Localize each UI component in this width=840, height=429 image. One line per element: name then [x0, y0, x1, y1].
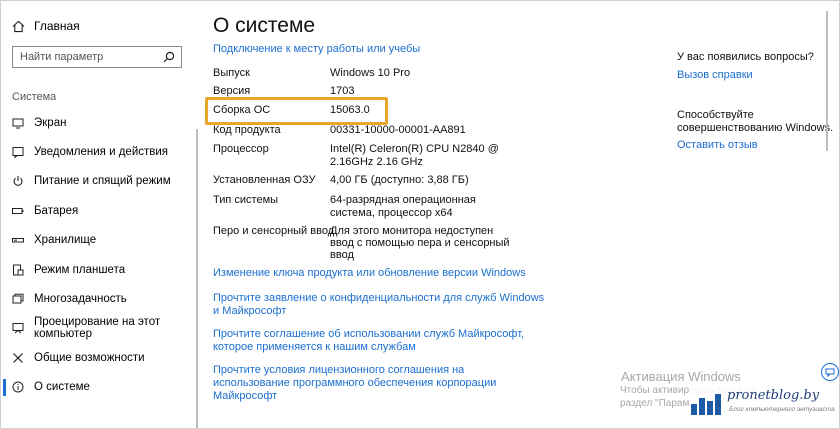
sidebar-item-label: Экран	[34, 116, 67, 129]
help-link[interactable]: Вызов справки	[677, 69, 753, 81]
sidebar-item-projecting[interactable]: Проецирование на этот компьютер	[1, 314, 197, 343]
sidebar-item-label: Проецирование на этот компьютер	[34, 316, 161, 341]
sidebar-item-label: Режим планшета	[34, 263, 126, 276]
sidebar-nav: Экран Уведомления и действия Питание и с…	[1, 108, 197, 402]
spec-label: Перо и сенсорный ввод	[213, 225, 335, 237]
link-text-line3: Майкрософт	[213, 390, 278, 402]
section-label: Система	[12, 91, 57, 103]
storage-icon	[12, 238, 24, 243]
privacy-statement-link[interactable]: Прочтите заявление о конфиденциальности …	[213, 292, 544, 318]
activation-watermark-line2: раздел "Парам	[620, 398, 690, 409]
page-title: О системе	[213, 14, 316, 37]
link-text-line1: Прочтите условия лицензионного соглашени…	[213, 364, 465, 376]
sidebar-item-notifications[interactable]: Уведомления и действия	[1, 137, 197, 166]
home-nav[interactable]: Главная	[12, 19, 80, 33]
questions-heading: У вас появились вопросы?	[677, 51, 814, 63]
settings-window: Главная Найти параметр Система Экран Уве…	[0, 0, 840, 429]
brand-logo-icon	[691, 394, 721, 415]
power-icon	[13, 176, 23, 187]
activation-watermark-title: Активация Windows	[621, 369, 741, 384]
link-text-line2: и Майкрософт	[213, 305, 287, 317]
change-product-key-link[interactable]: Изменение ключа продукта или обновление …	[213, 267, 526, 280]
spec-label: Версия	[213, 85, 251, 97]
spec-value-line2: 2.16GHz 2.16 GHz	[330, 156, 423, 168]
tablet-icon	[13, 264, 24, 276]
multitasking-icon	[12, 293, 24, 304]
improve-line1: Способствуйте	[677, 109, 754, 121]
feedback-corner-button[interactable]	[821, 363, 839, 381]
sidebar-item-label: Общие возможности	[34, 351, 145, 364]
spec-value-line2: система, процессор x64	[330, 207, 453, 219]
spec-value: Windows 10 Pro	[330, 67, 411, 79]
sidebar-item-label: Уведомления и действия	[34, 146, 169, 159]
spec-value-line2: ввод с помощью пера и сенсорный	[330, 237, 510, 249]
monitor-icon	[12, 118, 24, 129]
battery-icon	[12, 207, 24, 214]
spec-value-line1: 64-разрядная операционная	[330, 194, 476, 206]
info-icon	[12, 381, 24, 393]
active-indicator	[3, 378, 6, 396]
link-text: Изменение ключа продукта или обновление …	[213, 267, 526, 279]
spec-label: Процессор	[213, 143, 269, 155]
spec-label: Тип системы	[213, 194, 279, 206]
search-icon	[163, 51, 175, 63]
spec-value: 4,00 ГБ (доступно: 3,88 ГБ)	[330, 174, 469, 186]
home-icon	[12, 20, 25, 32]
build-highlight-box	[205, 97, 388, 125]
spec-value-line1: Intel(R) Celeron(R) CPU N2840 @	[330, 143, 499, 155]
search-input[interactable]: Найти параметр	[12, 46, 182, 68]
brand-tagline: Блог компьютерного энтузиаста	[729, 406, 835, 413]
connect-work-link[interactable]: Подключение к месту работы или учебы	[213, 43, 420, 55]
sidebar-item-label: Многозадачность	[34, 293, 127, 306]
main-content: О системе Подключение к месту работы или…	[213, 1, 653, 428]
link-text-line1: Прочтите соглашение об использовании слу…	[213, 328, 525, 340]
sidebar: Главная Найти параметр Система Экран Уве…	[1, 1, 198, 428]
spec-value-line3: ввод	[330, 249, 354, 261]
sidebar-item-shared-experiences[interactable]: Общие возможности	[1, 343, 197, 372]
feedback-link[interactable]: Оставить отзыв	[677, 139, 758, 151]
sidebar-item-about[interactable]: О системе	[1, 373, 197, 402]
shared-experiences-icon	[13, 352, 23, 363]
sidebar-item-label: О системе	[34, 381, 90, 394]
sidebar-item-multitasking[interactable]: Многозадачность	[1, 284, 197, 313]
main-scrollbar[interactable]	[826, 11, 828, 151]
search-placeholder: Найти параметр	[20, 51, 104, 63]
link-text-line2: которое применяется к нашим службам	[213, 341, 416, 353]
projecting-icon	[12, 323, 24, 334]
sidebar-item-battery[interactable]: Батарея	[1, 196, 197, 225]
notification-icon	[12, 147, 24, 159]
services-agreement-link[interactable]: Прочтите соглашение об использовании слу…	[213, 328, 524, 354]
improve-line2: совершенствованию Windows.	[677, 122, 834, 134]
sidebar-scrollbar[interactable]	[196, 129, 198, 428]
spec-label: Установленная ОЗУ	[213, 174, 316, 186]
link-text-line1: Прочтите заявление о конфиденциальности …	[213, 292, 545, 304]
spec-label: Выпуск	[213, 67, 250, 79]
sidebar-item-display[interactable]: Экран	[1, 108, 197, 137]
chat-icon	[825, 368, 835, 377]
home-label: Главная	[34, 19, 80, 33]
sidebar-item-label: Батарея	[34, 204, 79, 217]
sidebar-item-tablet[interactable]: Режим планшета	[1, 255, 197, 284]
brand-name: pronetblog.by	[727, 388, 820, 403]
sidebar-item-power[interactable]: Питание и спящий режим	[1, 167, 197, 196]
spec-value: 00331-10000-00001-AA891	[330, 124, 466, 136]
link-text-line2: использование программного обеспечения к…	[213, 377, 497, 389]
spec-label: Код продукта	[213, 124, 281, 136]
sidebar-item-storage[interactable]: Хранилище	[1, 226, 197, 255]
site-watermark: pronetblog.by Блог компьютерного энтузиа…	[689, 383, 837, 423]
sidebar-item-label: Хранилище	[34, 234, 97, 247]
license-terms-link[interactable]: Прочтите условия лицензионного соглашени…	[213, 364, 496, 403]
sidebar-item-label: Питание и спящий режим	[34, 175, 171, 188]
